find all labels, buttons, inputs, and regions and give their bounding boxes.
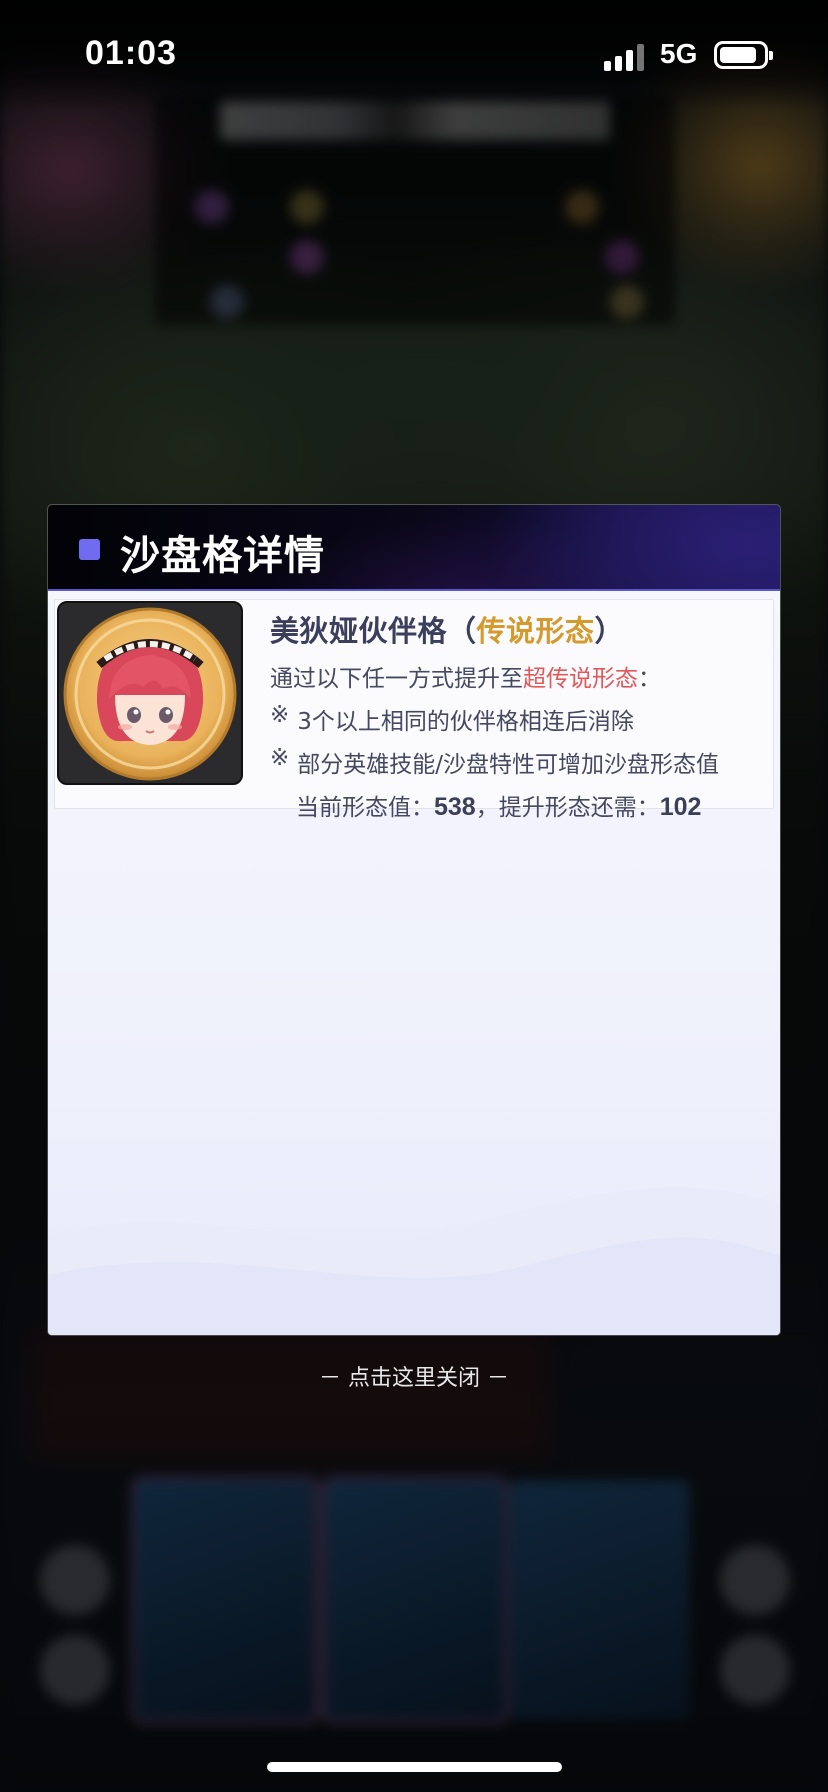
upgrade-description-prefix: 通过以下任一方式提升至 (270, 666, 523, 692)
title-bullet-icon (79, 539, 100, 560)
modal-title: 沙盘格详情 (120, 532, 325, 579)
rule-item: ※ 3个以上相同的伙伴格相连后消除 (270, 702, 763, 736)
rule-text: 3个以上相同的伙伴格相连后消除 (297, 709, 634, 735)
upgrade-description: 通过以下任一方式提升至超传说形态： (270, 659, 763, 693)
rule-bullet-icon: ※ (270, 745, 290, 771)
needed-value-label: ，提升形态还需： (475, 795, 660, 821)
avatar (57, 601, 243, 785)
status-bar: 01:03 5G (0, 0, 828, 110)
modal-header: 沙盘格详情 (48, 505, 780, 591)
current-form-value: 538 (434, 793, 476, 821)
paren-close: ） (594, 614, 625, 648)
partner-grid-name: 美狄娅伙伴格（传说形态） (270, 608, 763, 650)
wave-decoration (48, 1187, 780, 1335)
rule-bullet-icon: ※ (270, 702, 290, 728)
network-type: 5G (660, 38, 698, 69)
partner-grid-name-prefix: 美狄娅伙伴格 (270, 614, 448, 648)
current-value-label: 当前形态值： (296, 795, 434, 821)
super-legend-form: 超传说形态 (523, 666, 638, 692)
partner-grid-form: 传说形态 (476, 614, 595, 648)
partner-grid-card: 美狄娅伙伴格（传说形态） 通过以下任一方式提升至超传说形态： ※ 3个以上相同的… (54, 599, 774, 821)
rule-item: ※ 部分英雄技能/沙盘特性可增加沙盘形态值 (270, 745, 763, 779)
grid-detail-modal: 沙盘格详情 美狄娅伙伴格（传说形态） 通过以下任一方式提升至超传说形态： ※ 3… (48, 505, 780, 1335)
home-indicator[interactable] (267, 1762, 562, 1772)
close-button[interactable]: － 点击这里关闭 － (0, 1360, 828, 1392)
paren-open: （ (447, 614, 477, 648)
cellular-signal-icon (604, 43, 646, 71)
modal-body: 美狄娅伙伴格（传说形态） 通过以下任一方式提升至超传说形态： ※ 3个以上相同的… (48, 591, 780, 1335)
rule-text: 部分英雄技能/沙盘特性可增加沙盘形态值 (297, 752, 720, 778)
medea-portrait-icon (63, 607, 237, 781)
status-time: 01:03 (85, 34, 177, 72)
partner-grid-info: 美狄娅伙伴格（传说形态） 通过以下任一方式提升至超传说形态： ※ 3个以上相同的… (270, 608, 763, 822)
form-value-line: 当前形态值：538，提升形态还需：102 (270, 788, 763, 822)
battery-icon (714, 41, 773, 69)
upgrade-description-suffix: ： (638, 666, 661, 692)
needed-form-value: 102 (659, 793, 702, 821)
